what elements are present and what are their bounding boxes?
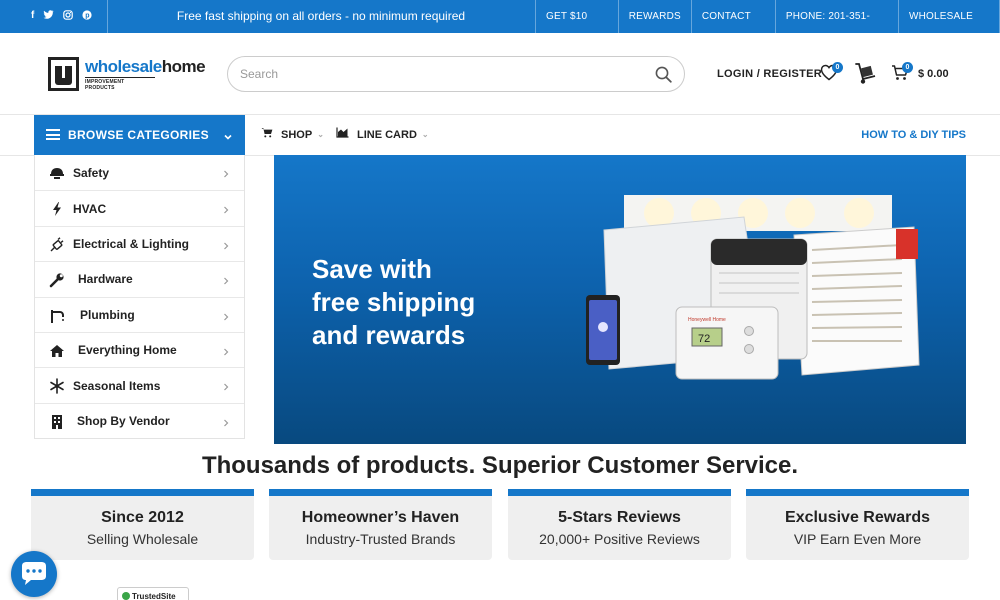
get-10-off-link[interactable]: GET $10 OFF [535, 0, 618, 55]
hand-truck-icon [855, 63, 876, 84]
instagram-icon[interactable] [63, 10, 74, 24]
category-label: Seasonal Items [73, 378, 161, 393]
category-label: Shop By Vendor [77, 413, 170, 428]
trustedsite-badge[interactable]: TrustedSite [117, 587, 189, 600]
search-box [227, 56, 685, 92]
trustedsite-label: TrustedSite [132, 592, 176, 600]
chat-button[interactable] [11, 551, 57, 597]
category-label: Plumbing [80, 307, 135, 322]
chevron-right-icon [222, 273, 230, 291]
top-bar: f p Free fast shipping on all orders - n… [0, 0, 1000, 55]
nav-line-card-label: LINE CARD [357, 129, 417, 141]
tagline-heading: Thousands of products. Superior Customer… [201, 452, 799, 479]
browse-categories-label: BROWSE CATEGORIES [68, 128, 209, 142]
snowflake-icon [49, 378, 65, 395]
category-label: Everything Home [78, 343, 177, 358]
thermostat-reading: 72 [698, 333, 710, 345]
chevron-right-icon [222, 344, 230, 362]
social-links: f p [31, 10, 92, 24]
wishlist-button[interactable]: 0 [820, 62, 843, 86]
nav-shop[interactable]: SHOP ⌄ [261, 115, 324, 155]
feature-card: Since 2012 Selling Wholesale [31, 489, 254, 560]
feature-title: 5-Stars Reviews [558, 509, 681, 526]
chevron-down-icon: ⌄ [317, 130, 324, 139]
feature-card: Exclusive Rewards VIP Earn Even More [746, 489, 969, 560]
category-label: Hardware [78, 272, 133, 287]
hero-products-image: 72 Honeywell Home [586, 195, 920, 380]
feature-subtitle: Selling Wholesale [86, 531, 199, 547]
rewards-link[interactable]: REWARDS [617, 0, 691, 33]
cart-icon [261, 115, 273, 155]
chevron-right-icon [222, 166, 230, 184]
category-item-everything-home[interactable]: Everything Home [35, 331, 244, 367]
feature-subtitle: 20,000+ Positive Reviews [539, 531, 700, 547]
nav-how-to-diy-tips[interactable]: HOW TO & DIY TIPS [861, 115, 966, 155]
wishlist-count-badge: 0 [832, 62, 843, 73]
compare-button[interactable] [854, 62, 878, 90]
category-label: HVAC [73, 201, 107, 216]
feature-title: Since 2012 [101, 509, 184, 526]
top-links: GET $10 OFF REWARDS CONTACT US PHONE: 20… [535, 0, 1000, 55]
house-icon [49, 343, 65, 359]
category-label: Safety [73, 165, 110, 180]
chevron-down-icon: ⌄ [421, 130, 429, 139]
category-item-hardware[interactable]: Hardware [35, 261, 244, 296]
hero-banner[interactable]: Save with free shipping and rewards 72 H… [274, 155, 966, 444]
nav-shop-label: SHOP [281, 129, 313, 141]
logo-wordmark: wholesalehome [85, 57, 206, 76]
product-brand-text: Honeywell Home [688, 317, 726, 323]
contact-us-link[interactable]: CONTACT US [690, 0, 775, 55]
nav-line-card[interactable]: LINE CARD ⌄ [336, 115, 429, 155]
feature-card: Homeowner’s Haven Industry-Trusted Brand… [269, 489, 492, 560]
category-item-safety[interactable]: Safety [35, 155, 244, 190]
category-item-electrical-lighting[interactable]: Electrical & Lighting [35, 225, 244, 261]
feature-subtitle: VIP Earn Even More [793, 531, 922, 547]
search-icon[interactable] [655, 66, 672, 88]
category-item-shop-by-vendor[interactable]: Shop By Vendor [35, 402, 244, 438]
cart-total[interactable]: $ 0.00 [918, 68, 949, 80]
site-logo[interactable]: wholesalehome IMPROVEMENT PRODUCTS [48, 57, 206, 91]
cart-button[interactable]: 0 [891, 62, 913, 86]
logo-mark-icon [48, 57, 79, 91]
chevron-right-icon [222, 415, 230, 433]
category-item-seasonal-items[interactable]: Seasonal Items [35, 367, 244, 402]
plug-icon [49, 237, 65, 253]
logo-tagline: IMPROVEMENT PRODUCTS [85, 77, 155, 91]
chevron-right-icon [222, 202, 230, 220]
chevron-right-icon [222, 238, 230, 256]
feature-title: Exclusive Rewards [785, 509, 930, 526]
facebook-icon[interactable]: f [31, 10, 34, 24]
faucet-icon [49, 308, 65, 324]
promo-text: Free fast shipping on all orders - no mi… [176, 9, 466, 23]
category-item-plumbing[interactable]: Plumbing [35, 296, 244, 332]
chevron-down-icon [223, 129, 233, 147]
chevron-right-icon [222, 379, 230, 397]
building-icon [49, 414, 65, 430]
feature-subtitle: Industry-Trusted Brands [305, 531, 456, 547]
category-item-hvac[interactable]: HVAC [35, 190, 244, 225]
feature-title: Homeowner’s Haven [301, 509, 460, 526]
twitter-icon[interactable] [43, 10, 54, 24]
menu-icon [46, 129, 60, 140]
chat-bubble-icon [22, 562, 46, 585]
search-input[interactable] [240, 65, 640, 83]
category-list: Safety HVAC Electrical & Lighting Hardwa… [34, 155, 245, 440]
pinterest-icon[interactable]: p [82, 10, 92, 24]
helmet-icon [49, 165, 65, 181]
chevron-right-icon [222, 309, 230, 327]
svg-text:p: p [86, 13, 90, 20]
bolt-icon [49, 201, 65, 217]
category-label: Electrical & Lighting [73, 236, 190, 251]
wholesale-link[interactable]: WHOLESALE [897, 0, 1000, 33]
area-chart-icon [336, 115, 349, 155]
cart-count-badge: 0 [902, 62, 913, 73]
check-icon [122, 592, 130, 600]
phone-link[interactable]: PHONE: 201-351-1900 [774, 0, 898, 55]
browse-categories-button[interactable]: BROWSE CATEGORIES [34, 115, 245, 155]
login-register-link[interactable]: LOGIN / REGISTER [717, 68, 822, 80]
feature-card: 5-Stars Reviews 20,000+ Positive Reviews [508, 489, 731, 560]
wrench-icon [49, 272, 65, 288]
